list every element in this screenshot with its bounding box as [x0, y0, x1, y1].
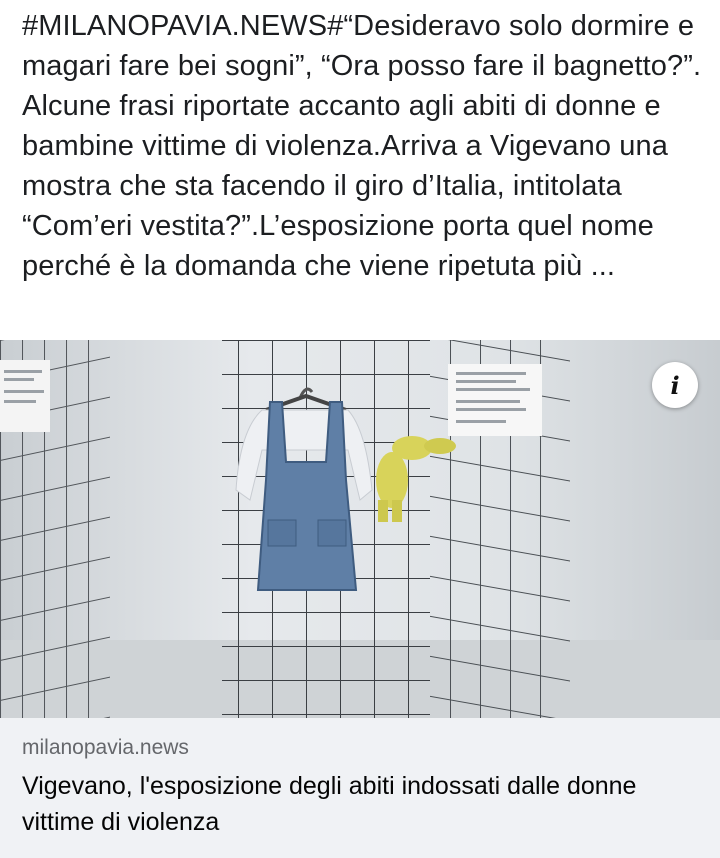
- exhibition-photo-illustration: [0, 340, 720, 718]
- link-domain: milanopavia.news: [22, 736, 189, 759]
- link-preview[interactable]: milanopavia.news Vigevano, l'esposizione…: [0, 718, 720, 858]
- link-title[interactable]: Vigevano, l'esposizione degli abiti indo…: [22, 768, 702, 840]
- info-icon[interactable]: i: [652, 362, 698, 408]
- post-text: #MILANOPAVIA.NEWS#“Desideravo solo dormi…: [22, 10, 708, 282]
- post-photo[interactable]: i: [0, 340, 720, 718]
